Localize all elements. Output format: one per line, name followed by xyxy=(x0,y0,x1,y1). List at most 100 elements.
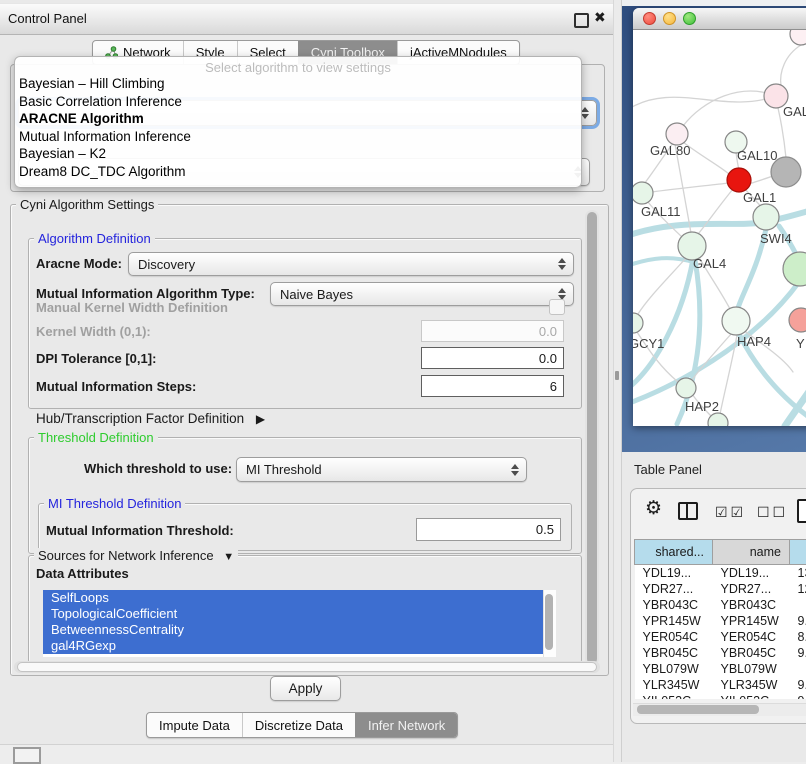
splitter-handle[interactable] xyxy=(615,371,619,380)
deselect-all-icon[interactable]: ☐☐ xyxy=(757,504,788,521)
network-edge[interactable] xyxy=(698,189,733,234)
column-header[interactable]: A xyxy=(790,540,806,565)
dpi-tolerance-field[interactable]: 0.0 xyxy=(421,347,564,369)
network-edge[interactable] xyxy=(652,183,729,192)
table-cell[interactable]: YLR345W xyxy=(713,677,790,693)
table-cell[interactable] xyxy=(790,661,806,677)
table-cell[interactable]: YER054C xyxy=(713,629,790,645)
algorithm-option[interactable]: ARACNE Algorithm xyxy=(15,110,581,128)
table-hscrollbar-thumb[interactable] xyxy=(637,705,759,714)
table-cell[interactable]: 8. xyxy=(790,629,806,645)
panel-splitter[interactable] xyxy=(613,0,622,762)
chevron-right-icon[interactable]: ▶ xyxy=(256,412,265,426)
table-row[interactable]: YER054CYER054C8. xyxy=(635,629,806,645)
algorithm-option[interactable]: Bayesian – K2 xyxy=(15,145,581,163)
column-header[interactable]: name xyxy=(713,540,790,565)
zoom-button[interactable] xyxy=(683,12,696,25)
float-icon[interactable] xyxy=(574,13,589,28)
table-cell[interactable]: 9. xyxy=(790,613,806,629)
table-row[interactable]: YIL052CYIL052C9. xyxy=(635,693,806,699)
table-row[interactable]: YBR043CYBR043C xyxy=(635,597,806,613)
table-cell[interactable]: YLR345W xyxy=(635,677,713,693)
network-node-hap2[interactable] xyxy=(676,378,696,398)
network-node-hap4[interactable] xyxy=(722,307,750,335)
network-node[interactable] xyxy=(783,252,806,286)
table-cell[interactable]: YER054C xyxy=(635,629,713,645)
table-cell[interactable]: YBL079W xyxy=(635,661,713,677)
algorithm-option[interactable]: Basic Correlation Inference xyxy=(15,93,581,111)
table-cell[interactable] xyxy=(790,597,806,613)
table-row[interactable]: YDR27...YDR27...12 xyxy=(635,581,806,597)
network-node-gcy1[interactable] xyxy=(633,313,643,333)
which-threshold-combobox[interactable]: MI Threshold xyxy=(236,457,527,482)
network-window-titlebar[interactable] xyxy=(633,8,806,30)
settings-vscrollbar-thumb[interactable] xyxy=(587,212,597,664)
table-cell[interactable]: YIL052C xyxy=(635,693,713,699)
attribute-item[interactable]: SelfLoops xyxy=(43,590,555,606)
mi-steps-field[interactable]: 6 xyxy=(421,375,564,397)
attribute-item[interactable]: TopologicalCoefficient xyxy=(43,606,555,622)
table-cell[interactable]: YBR043C xyxy=(713,597,790,613)
attribute-item[interactable]: BetweennessCentrality xyxy=(43,622,555,638)
attribute-item[interactable]: gal4RGexp xyxy=(43,638,555,654)
table-cell[interactable]: YPR145W xyxy=(713,613,790,629)
table-cell[interactable]: YDL19... xyxy=(635,565,713,582)
table-cell[interactable]: YBL079W xyxy=(713,661,790,677)
table-row[interactable]: YLR345WYLR345W9. xyxy=(635,677,806,693)
table-row[interactable]: YPR145WYPR145W9. xyxy=(635,613,806,629)
close-icon[interactable]: ✖ xyxy=(594,9,606,26)
aracne-mode-combobox[interactable]: Discovery xyxy=(128,252,574,276)
close-button[interactable] xyxy=(643,12,656,25)
mi-type-combobox[interactable]: Naive Bayes xyxy=(270,282,574,306)
node-label: GAL80 xyxy=(650,143,690,158)
chevron-down-icon[interactable]: ▼ xyxy=(223,551,234,563)
network-node-y[interactable] xyxy=(789,308,806,332)
table-cell[interactable]: YBR045C xyxy=(713,645,790,661)
table-cell[interactable]: YDR27... xyxy=(713,581,790,597)
settings-hscrollbar-thumb[interactable] xyxy=(17,662,597,672)
tab-impute-data[interactable]: Impute Data xyxy=(147,713,242,737)
table-cell[interactable]: 12 xyxy=(790,581,806,597)
table-cell[interactable]: 9. xyxy=(790,677,806,693)
table-cell[interactable]: YBR043C xyxy=(635,597,713,613)
tab-infer-network[interactable]: Infer Network xyxy=(355,713,457,737)
table-cell[interactable]: YPR145W xyxy=(635,613,713,629)
algorithm-option[interactable]: Mutual Information Inference xyxy=(15,128,581,146)
algorithm-option[interactable]: Bayesian – Hill Climbing xyxy=(15,75,581,93)
table-cell[interactable]: YDL19... xyxy=(713,565,790,582)
algorithm-option[interactable]: Dream8 DC_TDC Algorithm xyxy=(15,163,581,181)
attributes-vscrollbar-thumb[interactable] xyxy=(545,594,553,650)
network-window[interactable]: GALGAL80GAL10GAL1GAL11SWI4GAL4GCY1HAP4YH… xyxy=(633,8,806,426)
network-node-swi4[interactable] xyxy=(753,204,779,230)
table-row[interactable]: YDL19...YDL19...13 xyxy=(635,565,806,582)
network-node[interactable] xyxy=(790,30,806,45)
tab-discretize-data[interactable]: Discretize Data xyxy=(242,713,355,737)
network-node-gal80[interactable] xyxy=(666,123,688,145)
table-cell[interactable]: YIL052C xyxy=(713,693,790,699)
gear-icon[interactable]: ⚙ xyxy=(645,497,662,520)
sources-title[interactable]: Sources for Network Inference ▼ xyxy=(34,548,238,563)
hub-section-toggle[interactable]: Hub/Transcription Factor Definition ▶ xyxy=(36,411,265,427)
split-columns-icon[interactable] xyxy=(678,502,698,520)
table-cell[interactable]: YBR045C xyxy=(635,645,713,661)
table-cell[interactable]: 9. xyxy=(790,693,806,699)
network-edge[interactable] xyxy=(633,96,776,110)
table-cell[interactable]: 9. xyxy=(790,645,806,661)
table-cell[interactable]: 13 xyxy=(790,565,806,582)
network-node[interactable] xyxy=(708,413,728,426)
network-canvas[interactable]: GALGAL80GAL10GAL1GAL11SWI4GAL4GCY1HAP4YH… xyxy=(633,30,806,426)
table-row[interactable]: YBL079WYBL079W xyxy=(635,661,806,677)
network-edge[interactable] xyxy=(683,91,776,126)
file-icon[interactable] xyxy=(797,499,806,523)
network-node-gal1[interactable] xyxy=(727,168,751,192)
mi-threshold-field[interactable]: 0.5 xyxy=(416,518,561,541)
network-node-gal11[interactable] xyxy=(633,182,653,204)
table-cell[interactable]: YDR27... xyxy=(635,581,713,597)
minimized-panel-icon[interactable] xyxy=(13,747,41,764)
apply-button[interactable]: Apply xyxy=(270,676,341,701)
select-all-icon[interactable]: ☑☑ xyxy=(715,504,746,521)
network-edge[interactable] xyxy=(781,45,801,86)
table-row[interactable]: YBR045CYBR045C9. xyxy=(635,645,806,661)
minimize-button[interactable] xyxy=(663,12,676,25)
column-header[interactable]: shared... xyxy=(635,540,713,565)
